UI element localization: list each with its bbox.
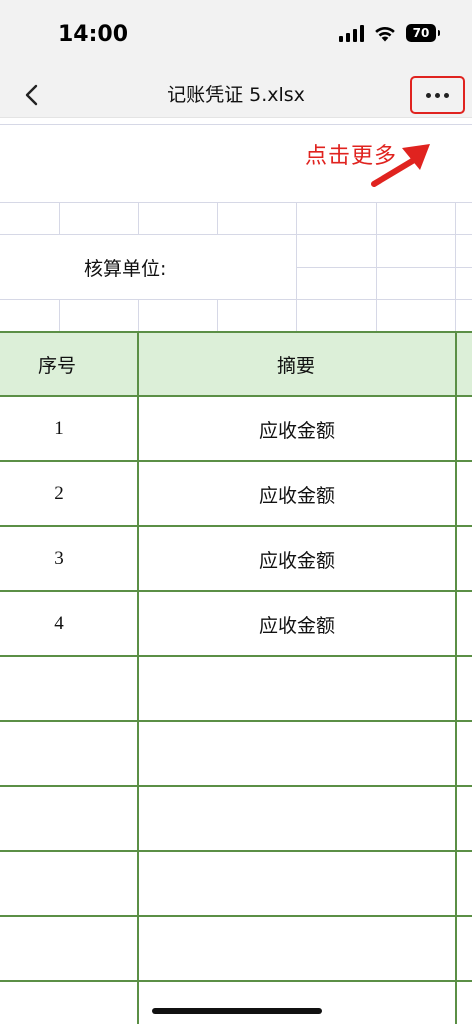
grid-line: [0, 655, 472, 657]
status-icons: 70: [339, 24, 440, 42]
grid-line: [59, 299, 60, 332]
wifi-icon: [374, 25, 396, 42]
grid-line: [138, 202, 139, 234]
grid-line: [0, 720, 472, 722]
grid-line: [0, 850, 472, 852]
grid-line: [0, 460, 472, 462]
accounting-unit-label: 核算单位:: [84, 258, 167, 280]
screen: 14:00 70 记账凭证 5.xlsx 核算单位: 序号 摘要 1 应收金额 …: [0, 0, 472, 1024]
grid-line: [0, 785, 472, 787]
arrow-icon: [371, 144, 430, 187]
document-title: 记账凭证 5.xlsx: [167, 84, 305, 106]
grid-line: [0, 915, 472, 917]
grid-line: [0, 395, 472, 397]
row-index-cell[interactable]: 4: [0, 613, 118, 635]
home-indicator: [152, 1008, 322, 1014]
nav-bar: 记账凭证 5.xlsx: [0, 72, 472, 118]
grid-line: [0, 331, 472, 333]
ellipsis-icon: [426, 92, 431, 98]
status-time: 14:00: [58, 22, 129, 47]
battery-icon: 70: [406, 24, 440, 42]
row-summary-cell[interactable]: 应收金额: [138, 611, 456, 638]
more-button[interactable]: [410, 76, 465, 114]
grid-line: [0, 202, 472, 203]
grid-line: [296, 267, 472, 268]
grid-line: [217, 299, 218, 332]
grid-line: [296, 202, 297, 332]
column-header-summary[interactable]: 摘要: [277, 351, 315, 378]
grid-line: [0, 525, 472, 527]
row-index-cell[interactable]: 1: [0, 418, 118, 440]
column-header-index[interactable]: 序号: [38, 351, 76, 378]
grid-line: [0, 590, 472, 592]
grid-line: [0, 124, 472, 125]
row-summary-cell[interactable]: 应收金额: [138, 481, 456, 508]
grid-line: [455, 331, 457, 1024]
grid-line: [0, 299, 472, 300]
grid-line: [455, 202, 456, 332]
grid-line: [0, 980, 472, 982]
grid-line: [138, 299, 139, 332]
row-index-cell[interactable]: 3: [0, 548, 118, 570]
row-summary-cell[interactable]: 应收金额: [138, 416, 456, 443]
status-bar: 14:00 70: [0, 0, 472, 72]
grid-line: [137, 331, 139, 1024]
row-index-cell[interactable]: 2: [0, 483, 118, 505]
row-summary-cell[interactable]: 应收金额: [138, 546, 456, 573]
grid-line: [376, 202, 377, 332]
grid-line: [59, 202, 60, 234]
grid-line: [217, 202, 218, 234]
cellular-signal-icon: [339, 24, 364, 42]
grid-line: [0, 234, 472, 235]
